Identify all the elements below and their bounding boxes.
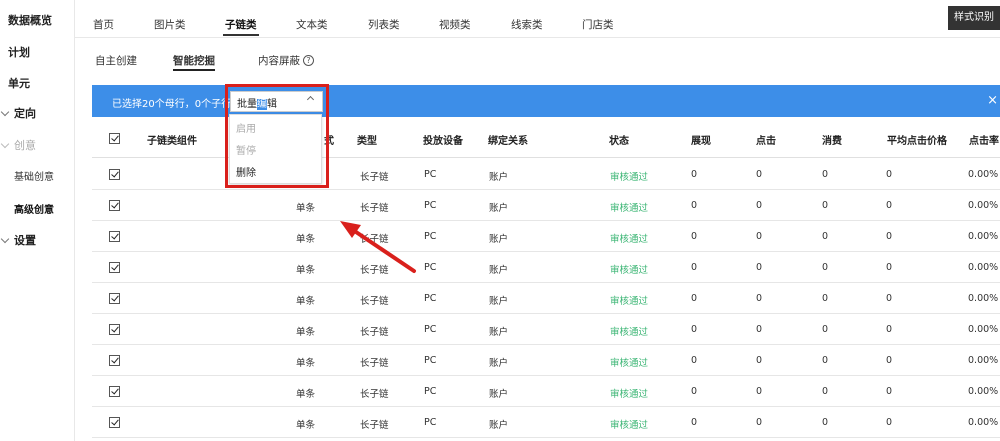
red-arrow-annotation <box>340 221 416 273</box>
